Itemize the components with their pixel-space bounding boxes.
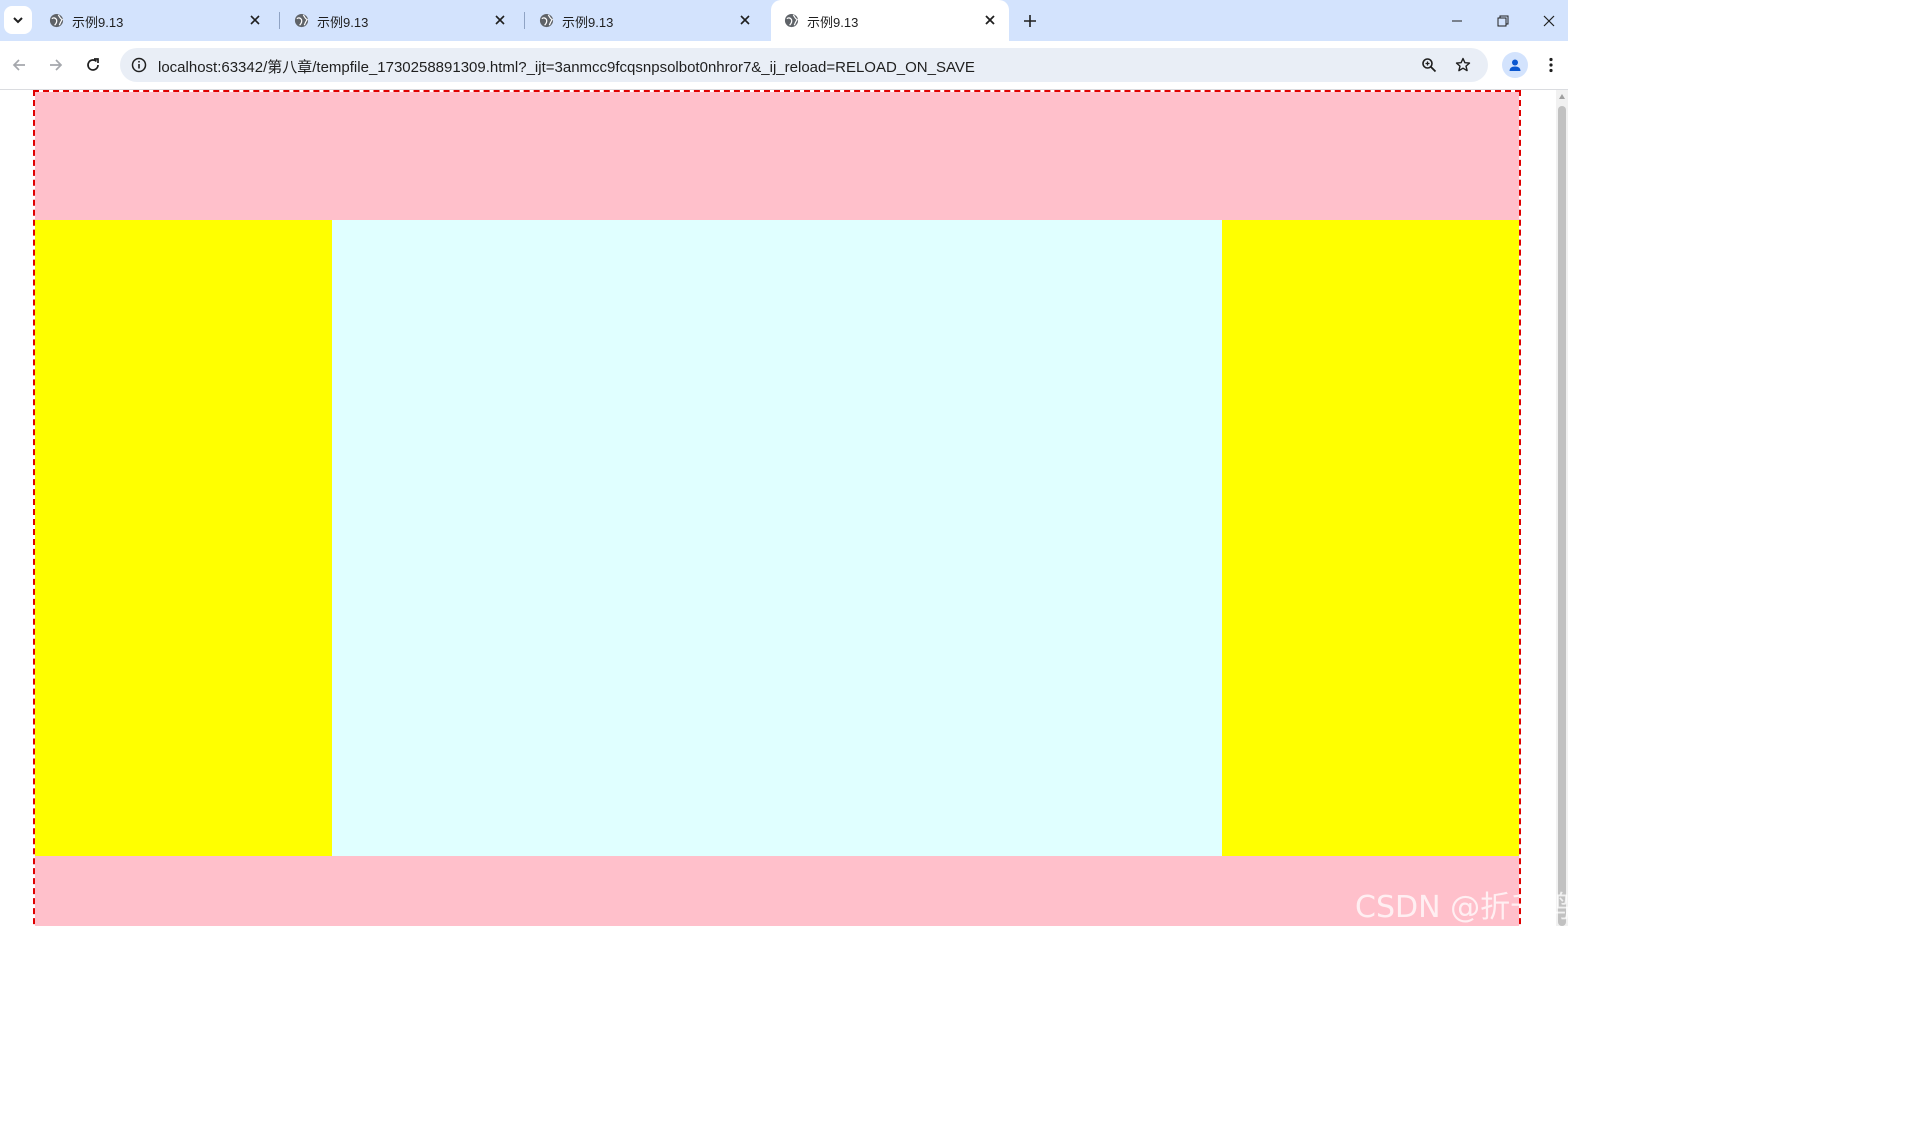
restore-button[interactable] (1480, 0, 1526, 41)
close-icon (1543, 15, 1555, 26)
tab-title: 示例9.13 (807, 15, 859, 30)
tab-3[interactable]: 示例9.13 (526, 0, 764, 41)
globe-icon (784, 13, 799, 28)
vertical-scrollbar[interactable] (1556, 90, 1568, 926)
page-viewport: CSDN @折千鹤 (0, 90, 1568, 926)
bookmark-star-icon[interactable] (1452, 54, 1474, 76)
close-tab-icon[interactable] (246, 11, 264, 29)
minimize-icon (1452, 20, 1462, 21)
back-button[interactable] (6, 52, 32, 78)
arrow-right-icon (50, 59, 63, 71)
main-content-region (332, 220, 1222, 856)
tab-4-active[interactable]: 示例9.13 (771, 0, 1009, 41)
header-region (35, 92, 1519, 220)
scrollbar-thumb[interactable] (1558, 106, 1566, 926)
footer-region (35, 856, 1519, 926)
tab-1[interactable]: 示例9.13 (36, 0, 274, 41)
globe-icon (294, 13, 309, 28)
zoom-icon[interactable] (1418, 54, 1440, 76)
url-text[interactable]: localhost:63342/第八章/tempfile_17302588913… (158, 56, 975, 77)
watermark: CSDN @折千鹤 (1355, 890, 1568, 925)
plus-icon (1024, 15, 1036, 27)
address-bar[interactable]: localhost:63342/第八章/tempfile_17302588913… (120, 48, 1488, 82)
tab-title: 示例9.13 (72, 15, 124, 30)
tab-strip: 示例9.13 示例9.13 示例9.13 示例9.13 (0, 0, 1568, 41)
browser-menu-button[interactable] (1540, 52, 1562, 78)
close-tab-icon[interactable] (981, 11, 999, 29)
scroll-up-arrow-icon[interactable] (1559, 94, 1565, 99)
globe-icon (539, 13, 554, 28)
new-tab-button[interactable] (1018, 9, 1042, 33)
site-info-icon[interactable] (128, 54, 150, 76)
tab-title: 示例9.13 (317, 15, 369, 30)
reload-icon (87, 58, 99, 71)
browser-toolbar: localhost:63342/第八章/tempfile_17302588913… (0, 41, 1568, 90)
minimize-button[interactable] (1434, 0, 1480, 41)
reload-button[interactable] (80, 52, 106, 78)
restore-icon (1497, 15, 1509, 26)
tab-search-button[interactable] (4, 6, 32, 34)
close-tab-icon[interactable] (736, 11, 754, 29)
profile-avatar-button[interactable] (1502, 52, 1528, 78)
tab-title: 示例9.13 (562, 15, 614, 30)
tab-2[interactable]: 示例9.13 (281, 0, 519, 41)
kebab-menu-icon (1549, 57, 1553, 73)
globe-icon (49, 13, 64, 28)
arrow-left-icon (12, 59, 25, 71)
tab-divider (279, 12, 280, 29)
close-window-button[interactable] (1526, 0, 1572, 41)
forward-button[interactable] (43, 52, 69, 78)
layout-container (33, 90, 1521, 926)
chevron-down-icon (13, 17, 23, 24)
person-icon (1509, 59, 1521, 71)
tab-divider (524, 12, 525, 29)
left-sidebar-region (35, 220, 332, 856)
right-sidebar-region (1222, 220, 1519, 856)
close-tab-icon[interactable] (491, 11, 509, 29)
